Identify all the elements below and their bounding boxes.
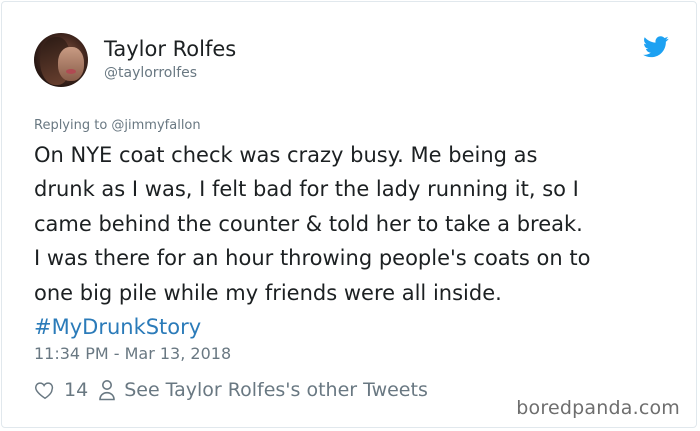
tweet-card: Taylor Rolfes @taylorrolfes Replying to … — [1, 1, 697, 428]
hashtag-link[interactable]: #MyDrunkStory — [34, 310, 674, 344]
avatar[interactable] — [34, 33, 88, 87]
tweet-text-line: On NYE coat check was crazy busy. Me bei… — [34, 143, 538, 167]
tweet-text-line: I was there for an hour throwing people'… — [34, 246, 591, 271]
author-handle[interactable]: @taylorrolfes — [104, 64, 197, 82]
twitter-bird-icon[interactable] — [643, 36, 669, 58]
tweet-text: On NYE coat check was crazy busy. Me bei… — [34, 138, 674, 344]
person-icon[interactable] — [98, 379, 116, 401]
like-count[interactable]: 14 — [64, 379, 88, 401]
tweet-text-line: came behind the counter & told her to ta… — [34, 211, 583, 236]
other-tweets-link[interactable]: See Taylor Rolfes's other Tweets — [124, 379, 428, 401]
avatar-face — [58, 47, 84, 81]
watermark: boredpanda.com — [516, 397, 680, 419]
tweet-actions: 14 See Taylor Rolfes's other Tweets — [34, 377, 428, 403]
tweet-text-line: one big pile while my friends were all i… — [34, 280, 502, 305]
avatar-lips — [66, 69, 76, 74]
tweet-timestamp[interactable]: 11:34 PM - Mar 13, 2018 — [34, 344, 231, 364]
tweet-text-line: drunk as I was, I felt bad for the lady … — [34, 177, 579, 202]
reply-context[interactable]: Replying to @jimmyfallon — [34, 117, 201, 135]
author-name[interactable]: Taylor Rolfes — [104, 36, 236, 62]
heart-icon[interactable] — [34, 379, 56, 401]
